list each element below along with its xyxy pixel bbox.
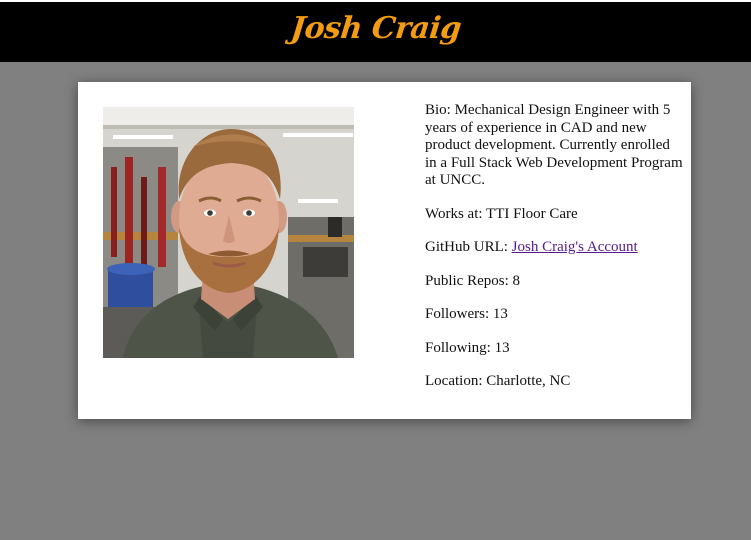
- avatar: [103, 107, 354, 358]
- page-title: Josh Craig: [288, 10, 463, 46]
- location-label: Location:: [425, 373, 483, 389]
- works-label: Works at:: [425, 205, 483, 222]
- followers-value: 13: [492, 306, 508, 322]
- followers-row: Followers: 13: [425, 306, 683, 324]
- avatar-photo: [103, 107, 354, 358]
- bio-row: Bio: Mechanical Design Engineer with 5 y…: [425, 102, 683, 190]
- followers-label: Followers:: [425, 306, 490, 322]
- repos-row: Public Repos: 8: [425, 273, 683, 291]
- profile-card: Bio: Mechanical Design Engineer with 5 y…: [78, 82, 691, 419]
- location-row: Location: Charlotte, NC: [425, 373, 683, 391]
- works-value: TTI Floor Care: [486, 205, 578, 222]
- location-value: Charlotte, NC: [486, 373, 571, 389]
- repos-label: Public Repos:: [425, 272, 509, 289]
- works-row: Works at: TTI Floor Care: [425, 206, 683, 224]
- repos-value: 8: [512, 272, 521, 289]
- github-row: GitHub URL: Josh Craig's Account: [425, 239, 683, 257]
- bio-text: Mechanical Design Engineer with 5 years …: [425, 102, 683, 188]
- bio-label: Bio:: [425, 102, 451, 118]
- profile-info: Bio: Mechanical Design Engineer with 5 y…: [425, 102, 683, 407]
- github-link[interactable]: Josh Craig's Account: [512, 239, 638, 255]
- page-header: Josh Craig: [0, 2, 751, 62]
- following-value: 13: [494, 339, 510, 356]
- following-row: Following: 13: [425, 340, 683, 358]
- following-label: Following:: [425, 339, 491, 356]
- github-label: GitHub URL:: [425, 239, 508, 255]
